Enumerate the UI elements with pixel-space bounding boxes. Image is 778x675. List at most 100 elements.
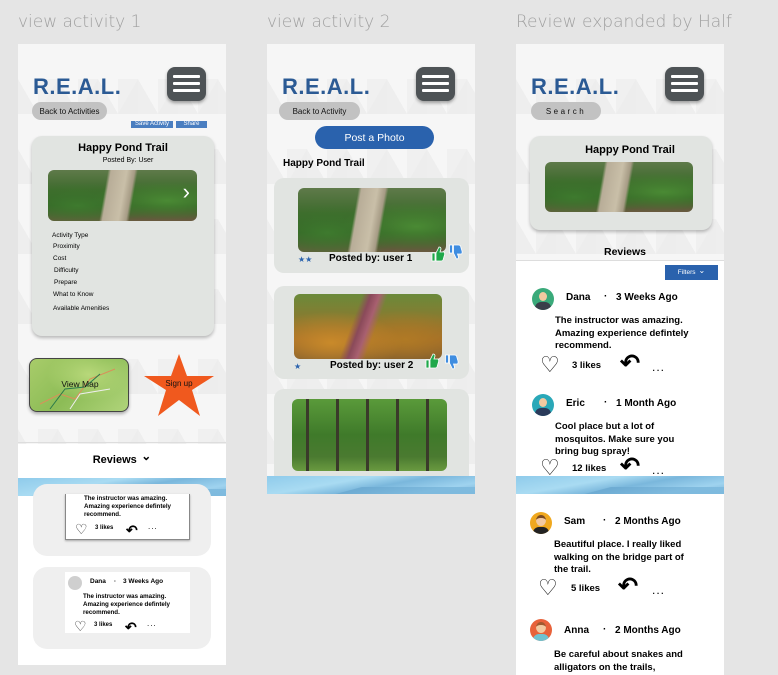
water-band-decoration [516,476,724,494]
post-photo-button[interactable]: Post a Photo [315,126,434,149]
review-card: Dana · 3 Weeks Ago The instructor was am… [33,567,211,649]
hamburger-line [671,82,698,85]
more-options-icon[interactable]: ... [148,522,158,531]
photo-post-card: ★★ Posted by: user 1 [274,178,469,273]
save-activity-button[interactable]: Save Activity [131,121,173,128]
review-text: Beautiful place. I really liked walking … [554,539,684,577]
likes-count: 3 likes [95,525,114,531]
filters-dropdown[interactable]: Filters ⌄ [665,265,718,280]
reviews-header: Reviews [603,246,647,258]
back-to-activity-button[interactable]: Back to Activity [279,102,360,120]
more-options-icon[interactable]: ... [652,583,665,597]
reviewer-name: Eric [566,398,585,409]
activity-title: Happy Pond Trail [585,144,675,156]
hamburger-line [671,89,698,92]
logo: R.E.A.L. [282,74,371,99]
sign-up-label: Sign up [165,379,193,388]
frame-label-view-activity-2: view activity 2 [267,12,391,32]
review-separator: · [603,515,607,526]
avatar [532,288,554,310]
photo-post-card: ★ Posted by: user 2 [274,286,469,379]
share-button[interactable]: Share [176,121,207,128]
review-text-line: mosquitos. Make sure you [555,433,675,445]
menu-button[interactable] [665,67,704,101]
reply-icon[interactable]: ↶ [618,575,638,599]
post-photo[interactable] [294,294,442,359]
reviewer-name: Anna [564,625,589,636]
more-options-icon[interactable]: ... [652,360,665,374]
review-text-line: Amazing experience defintely [83,601,170,608]
thumbs-up-icon[interactable] [430,246,446,262]
reviews-toggle[interactable]: Reviews ⌄ [18,449,226,468]
heart-icon[interactable]: ♡ [540,457,560,479]
review-text: The instructor was amazing. Amazing expe… [84,495,171,519]
menu-button[interactable] [167,67,206,101]
reply-icon[interactable]: ↶ [125,618,137,636]
back-to-activities-button[interactable]: Back to Activities [32,102,107,120]
star-rating: ★★ [298,255,313,264]
hamburger-line [671,75,698,78]
review-text-line: Be careful about snakes and [554,649,683,660]
frame-view-activity-1: R.E.A.L. Back to Activities Save Activit… [18,44,226,665]
review-separator: · [604,291,608,302]
trail-photo: › [48,170,197,221]
detail-prepare: Prepare [54,279,78,286]
detail-activity-type: Activity Type [52,232,89,239]
hamburger-line [173,82,200,85]
hamburger-line [422,75,449,78]
heart-icon[interactable]: ♡ [74,617,87,636]
heart-icon[interactable]: ♡ [538,577,558,599]
review-time: 3 Weeks Ago [123,578,164,585]
review-text: The instructor was amazing. Amazing expe… [555,315,689,353]
thumbs-down-icon[interactable] [443,354,460,370]
posted-by: Posted by: user 2 [330,360,414,371]
thumbs-down-icon[interactable] [447,244,464,260]
reply-icon[interactable]: ↶ [620,455,640,479]
hamburger-line [173,89,200,92]
hamburger-line [422,82,449,85]
heart-icon[interactable]: ♡ [75,520,88,539]
hamburger-line [173,75,200,78]
review-time: 2 Months Ago [615,625,681,636]
review-separator: · [604,397,608,408]
review-text: The instructor was amazing. Amazing expe… [83,593,170,617]
review-separator: · [603,624,607,635]
review-text-line: walking on the bridge part of [554,551,684,563]
posted-by: Posted by: user 1 [329,253,413,264]
menu-button[interactable] [416,67,455,101]
frame-label-review-expanded: Review expanded by Half [516,12,732,32]
sign-up-button[interactable]: Sign up [142,352,216,418]
star-rating: ★ [294,362,302,371]
avatar [532,394,554,416]
posted-by: Posted By: User [102,157,154,164]
chevron-right-icon[interactable]: › [183,178,190,206]
review-time: 2 Months Ago [615,516,681,527]
water-band-decoration [267,476,475,494]
divider [516,260,724,261]
avatar [68,576,82,590]
post-photo[interactable] [292,399,447,471]
more-options-icon[interactable]: ... [652,463,665,477]
reply-icon[interactable]: ↶ [126,521,138,539]
thumbs-up-icon[interactable] [424,353,440,369]
review-text-line: Amazing experience defintely [84,503,171,510]
logo: R.E.A.L. [33,74,122,99]
detail-what-to-know: What to Know [53,291,94,298]
post-photo[interactable] [298,188,446,252]
more-options-icon[interactable]: ... [147,619,157,628]
filters-label: Filters [677,269,696,276]
activity-card: Happy Pond Trail [530,136,712,230]
likes-count: 12 likes [572,463,607,474]
search-button[interactable]: Search [531,102,601,120]
detail-proximity: Proximity [53,243,80,250]
trail-photo[interactable] [545,162,693,212]
hamburger-line [422,89,449,92]
heart-icon[interactable]: ♡ [540,354,560,376]
review-time: 1 Month Ago [616,398,677,409]
reviewer-name: Dana [566,292,591,303]
review-content: The instructor was amazing. Amazing expe… [65,494,190,540]
view-map-button[interactable]: View Map [29,358,129,412]
reply-icon[interactable]: ↶ [620,352,640,376]
reviewer-name: Dana [90,578,106,585]
frame-review-expanded: R.E.A.L. Search Happy Pond Trail Reviews… [516,44,724,675]
